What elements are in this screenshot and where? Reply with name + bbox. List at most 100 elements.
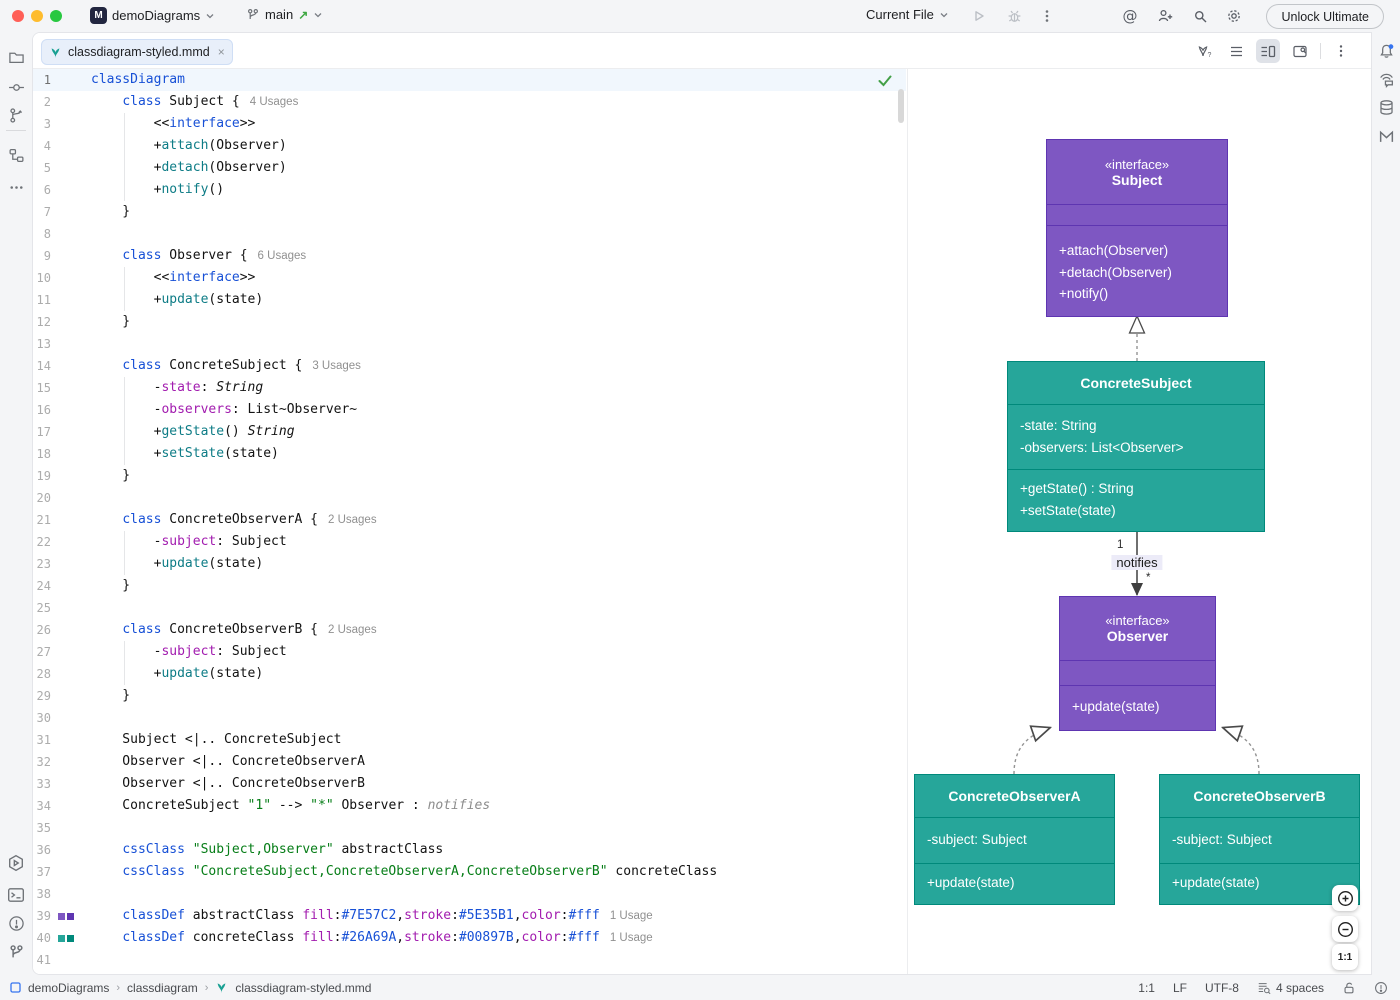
unlock-ultimate-button[interactable]: Unlock Ultimate [1266,4,1384,29]
lock-icon[interactable] [1342,981,1356,995]
code-line[interactable]: 23 +update(state) [33,553,906,575]
color-chip[interactable] [58,913,65,920]
code-line[interactable]: 24 } [33,575,906,597]
breadcrumb-project[interactable]: demoDiagrams [28,981,109,995]
services-tool-icon[interactable] [5,852,27,874]
more-actions-button[interactable] [1036,5,1058,27]
usages-hint[interactable]: 2 Usages [328,624,377,636]
database-tool-icon[interactable] [1375,96,1397,118]
caret-position-widget[interactable]: 1:1 [1138,981,1155,995]
code-line[interactable]: 34 ConcreteSubject "1" --> "*" Observer … [33,795,906,817]
code-line[interactable]: 15 -state: String [33,377,906,399]
code-line[interactable]: 11 +update(state) [33,289,906,311]
color-chip[interactable] [67,913,74,920]
notifications-status-icon[interactable] [1374,981,1388,995]
code-line[interactable]: 10 <<interface>> [33,267,906,289]
problems-tool-icon[interactable] [5,912,27,934]
maven-tool-icon[interactable] [1375,125,1397,147]
color-chip[interactable] [58,935,65,942]
usages-hint[interactable]: 1 Usage [610,932,653,944]
code-line[interactable]: 6 +notify() [33,179,906,201]
code-line[interactable]: 27 -subject: Subject [33,641,906,663]
code-line[interactable]: 2 class Subject {4 Usages [33,91,906,113]
code-line[interactable]: 17 +getState() String [33,421,906,443]
code-line[interactable]: 30 [33,707,906,729]
code-line[interactable]: 36 cssClass "Subject,Observer" abstractC… [33,839,906,861]
notifications-bell-icon[interactable] [1375,40,1397,62]
git-tool-icon[interactable] [5,941,27,963]
commit-tool-icon[interactable] [5,76,27,98]
breadcrumb-folder[interactable]: classdiagram [127,981,198,995]
debug-button[interactable] [1003,5,1025,27]
code-line[interactable]: 35 [33,817,906,839]
vcs-widget[interactable]: main ↗ [246,7,323,22]
code-line[interactable]: 41 [33,949,906,971]
code-line[interactable]: 16 -observers: List~Observer~ [33,399,906,421]
zoom-in-button[interactable] [1332,885,1358,911]
search-icon[interactable] [1189,5,1211,27]
usages-hint[interactable]: 3 Usages [312,360,361,372]
code-line[interactable]: 1classDiagram [33,69,906,91]
code-line[interactable]: 31 Subject <|.. ConcreteSubject [33,729,906,751]
usages-hint[interactable]: 2 Usages [328,514,377,526]
preview-only-view-icon[interactable] [1288,39,1312,63]
code-line[interactable]: 22 -subject: Subject [33,531,906,553]
code-line[interactable]: 37 cssClass "ConcreteSubject,ConcreteObs… [33,861,906,883]
code-line[interactable]: 18 +setState(state) [33,443,906,465]
code-line[interactable]: 3 <<interface>> [33,113,906,135]
tab-classdiagram-styled[interactable]: classdiagram-styled.mmd × [41,39,233,65]
zoom-out-button[interactable] [1332,916,1358,942]
window-minimize-button[interactable] [31,10,43,22]
code-line[interactable]: 12 } [33,311,906,333]
code-line[interactable]: 32 Observer <|.. ConcreteObserverA [33,751,906,773]
code-line[interactable]: 7 } [33,201,906,223]
code-line[interactable]: 5 +detach(Observer) [33,157,906,179]
code-line[interactable]: 8 [33,223,906,245]
ai-chat-tool-icon[interactable] [1375,68,1397,90]
editor-kebab-menu-icon[interactable] [1329,39,1353,63]
project-widget[interactable]: M demoDiagrams [90,7,215,24]
mermaid-settings-icon[interactable]: ? [1192,39,1216,63]
inspections-ok-icon[interactable] [878,75,892,87]
indent-widget[interactable]: 4 spaces [1257,981,1324,995]
breadcrumb-file[interactable]: classdiagram-styled.mmd [235,981,371,995]
color-chip[interactable] [67,935,74,942]
code-line[interactable]: 40 classDef concreteClass fill:#26A69A,s… [33,927,906,949]
encoding-widget[interactable]: UTF-8 [1205,981,1239,995]
line-ending-widget[interactable]: LF [1173,981,1187,995]
window-zoom-button[interactable] [50,10,62,22]
run-config-selector[interactable]: Current File [866,7,949,22]
code-line[interactable]: 19 } [33,465,906,487]
more-tools-icon[interactable] [5,176,27,198]
code-line[interactable]: 33 Observer <|.. ConcreteObserverB [33,773,906,795]
code-line[interactable]: 9 class Observer {6 Usages [33,245,906,267]
code-line[interactable]: 26 class ConcreteObserverB {2 Usages [33,619,906,641]
vcs-tool-icon[interactable] [5,104,27,126]
split-view-icon[interactable] [1256,39,1280,63]
usages-hint[interactable]: 1 Usage [610,910,653,922]
code-line[interactable]: 13 [33,333,906,355]
usages-hint[interactable]: 6 Usages [258,250,307,262]
code-line[interactable]: 25 [33,597,906,619]
window-close-button[interactable] [12,10,24,22]
usages-hint[interactable]: 4 Usages [250,96,299,108]
run-button[interactable] [968,5,990,27]
code-with-me-icon[interactable] [1154,5,1176,27]
zoom-reset-button[interactable]: 1:1 [1332,944,1358,970]
code-line[interactable]: 21 class ConcreteObserverA {2 Usages [33,509,906,531]
editor-scrollbar[interactable] [898,89,904,123]
terminal-tool-icon[interactable] [5,884,27,906]
code-editor[interactable]: 1classDiagram2 class Subject {4 Usages3 … [33,69,906,975]
structure-tool-icon[interactable] [5,144,27,166]
code-line[interactable]: 28 +update(state) [33,663,906,685]
tab-close-icon[interactable]: × [218,45,225,59]
project-tool-icon[interactable] [5,46,27,68]
code-line[interactable]: 14 class ConcreteSubject {3 Usages [33,355,906,377]
code-line[interactable]: 29 } [33,685,906,707]
code-line[interactable]: 39 classDef abstractClass fill:#7E57C2,s… [33,905,906,927]
code-line[interactable]: 20 [33,487,906,509]
ai-assistant-icon[interactable]: @ [1119,5,1141,27]
code-line[interactable]: 38 [33,883,906,905]
code-line[interactable]: 4 +attach(Observer) [33,135,906,157]
editor-only-view-icon[interactable] [1224,39,1248,63]
